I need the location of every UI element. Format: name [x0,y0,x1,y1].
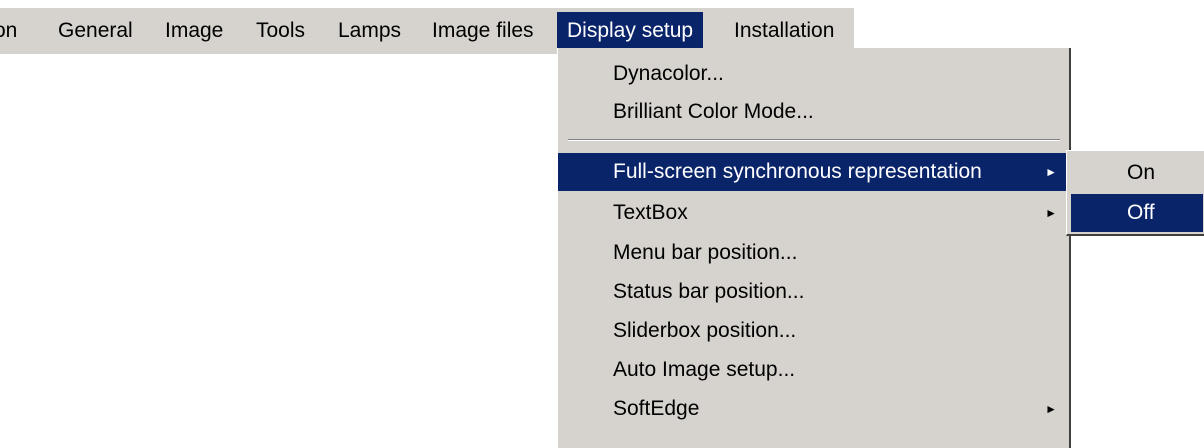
menu-item-dynacolor[interactable]: Dynacolor... [558,55,1069,93]
submenu-item-off[interactable]: Off [1071,194,1203,232]
submenu-arrow-icon: ► [1045,402,1057,416]
menubar-item-display-setup[interactable]: Display setup [557,12,704,50]
menu-item-full-screen-synchronous-representation[interactable]: Full-screen synchronous representation ► [558,153,1069,191]
menu-item-label: Menu bar position... [613,241,798,264]
menubar-item-image-files[interactable]: Image files [432,12,534,50]
menu-item-label: SoftEdge [613,397,700,420]
menu-item-sliderbox-position[interactable]: Sliderbox position... [558,312,1069,350]
submenu-item-on[interactable]: On [1071,154,1203,192]
full-screen-submenu: On Off [1066,150,1204,236]
menu-item-label: Sliderbox position... [613,319,797,342]
menu-item-textbox[interactable]: TextBox ► [558,194,1069,232]
menu-item-brilliant-color-mode[interactable]: Brilliant Color Mode... [558,93,1069,131]
menu-item-softedge[interactable]: SoftEdge ► [558,390,1069,428]
menubar-item-tools[interactable]: Tools [256,12,305,50]
menu-item-menu-bar-position[interactable]: Menu bar position... [558,234,1069,272]
menu-item-auto-image-setup[interactable]: Auto Image setup... [558,351,1069,389]
menubar-item-option[interactable]: on [0,12,17,50]
submenu-item-label: On [1127,161,1156,184]
display-setup-dropdown: Dynacolor... Brilliant Color Mode... Ful… [557,48,1071,448]
menu-item-status-bar-position[interactable]: Status bar position... [558,273,1069,311]
menubar-item-image[interactable]: Image [165,12,223,50]
menu-item-label: Full-screen synchronous representation [613,160,982,183]
submenu-arrow-icon: ► [1045,206,1057,220]
menubar-item-general[interactable]: General [58,12,133,50]
menu-item-label: Auto Image setup... [613,358,796,381]
menu-item-label: Status bar position... [613,280,805,303]
submenu-arrow-icon: ► [1045,165,1057,179]
menubar-item-lamps[interactable]: Lamps [338,12,401,50]
menu-item-label: TextBox [613,201,688,224]
menu-separator [568,139,1060,141]
menu-item-label: Dynacolor... [613,62,724,85]
menu-item-label: Brilliant Color Mode... [613,100,814,123]
menubar-item-installation[interactable]: Installation [734,12,834,50]
submenu-item-label: Off [1127,201,1155,224]
